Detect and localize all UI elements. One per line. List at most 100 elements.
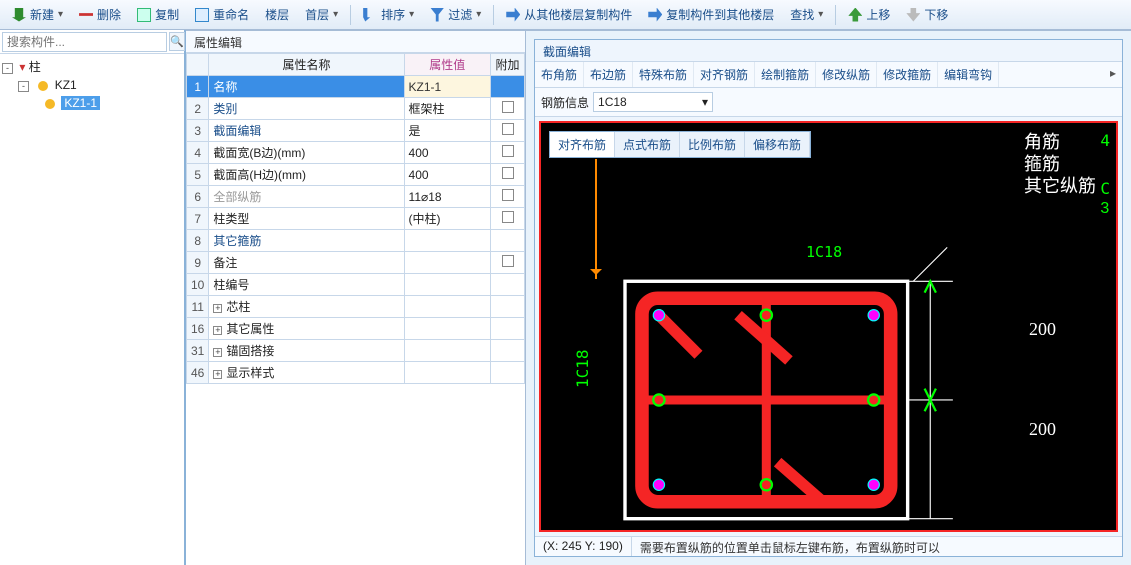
- property-row[interactable]: 3截面编辑是: [187, 120, 525, 142]
- property-row[interactable]: 7柱类型(中柱): [187, 208, 525, 230]
- property-row[interactable]: 2类别框架柱: [187, 98, 525, 120]
- chevron-down-icon: ▾: [702, 95, 708, 109]
- cross-section-tabs: 布角筋布边筋特殊布筋对齐钢筋绘制箍筋修改纵筋修改箍筋编辑弯钩 ▸: [535, 62, 1122, 88]
- legend-stirrup: 箍筋: [1024, 153, 1096, 175]
- property-panel: 属性编辑 属性名称 属性值 附加 1名称KZ1-12类别框架柱3截面编辑是4截面…: [186, 31, 526, 565]
- search-row: 🔍: [0, 30, 184, 54]
- legend-other: 其它纵筋: [1024, 175, 1096, 197]
- status-hint: 需要布置纵筋的位置单击鼠标左键布筋，布置纵筋时可以: [632, 537, 1122, 556]
- property-row[interactable]: 10柱编号: [187, 274, 525, 296]
- filter-button[interactable]: 过滤: [424, 4, 487, 26]
- sort-icon: [363, 8, 377, 22]
- floor-label: 楼层: [259, 4, 295, 26]
- export-icon: [648, 8, 662, 22]
- cross-section-tab[interactable]: 布边筋: [584, 62, 633, 87]
- arrow-down-icon: [906, 8, 920, 22]
- find-button[interactable]: 查找: [784, 4, 829, 26]
- col-value: 属性值: [404, 54, 490, 76]
- import-button[interactable]: 从其他楼层复制构件: [500, 4, 638, 26]
- rebar-layout-subtabs: 对齐布筋点式布筋比例布筋偏移布筋: [549, 131, 811, 158]
- tree-root[interactable]: - ▾ 柱: [2, 58, 182, 76]
- movedown-label: 下移: [924, 6, 948, 23]
- cross-section-tab[interactable]: 修改箍筋: [877, 62, 938, 87]
- cross-section-canvas[interactable]: 对齐布筋点式布筋比例布筋偏移布筋 角筋 箍筋 其它纵筋 4 C3 1C18 1C…: [539, 121, 1118, 532]
- sort-label: 排序: [381, 6, 405, 23]
- property-table: 属性名称 属性值 附加 1名称KZ1-12类别框架柱3截面编辑是4截面宽(B边)…: [186, 53, 525, 384]
- search-input[interactable]: [2, 32, 167, 52]
- legend-corner: 角筋: [1024, 131, 1096, 153]
- cross-section-tab[interactable]: 对齐钢筋: [694, 62, 755, 87]
- floor-select[interactable]: 首层: [299, 4, 344, 26]
- property-header-row: 属性名称 属性值 附加: [187, 54, 525, 76]
- export-button[interactable]: 复制构件到其他楼层: [642, 4, 780, 26]
- main-toolbar: 新建 删除 复制 重命名 楼层 首层 排序 过滤 从其他楼层复制构件 复制构件到…: [0, 0, 1131, 30]
- sort-button[interactable]: 排序: [357, 4, 420, 26]
- movedown-button[interactable]: 下移: [900, 4, 954, 26]
- gear-icon: [45, 99, 55, 109]
- rebar-info-value: 1C18: [598, 95, 702, 109]
- new-button[interactable]: 新建: [6, 4, 69, 26]
- component-tree-panel: 🔍 - ▾ 柱 - KZ1 KZ1-1: [0, 30, 186, 565]
- moveup-button[interactable]: 上移: [842, 4, 896, 26]
- cross-section-tab[interactable]: 布角筋: [535, 62, 584, 87]
- cross-section-box: 截面编辑 布角筋布边筋特殊布筋对齐钢筋绘制箍筋修改纵筋修改箍筋编辑弯钩 ▸ 钢筋信…: [534, 39, 1123, 557]
- component-tree: - ▾ 柱 - KZ1 KZ1-1: [0, 54, 184, 565]
- property-row[interactable]: 6全部纵筋11⌀18: [187, 186, 525, 208]
- rebar-info-label: 钢筋信息: [541, 94, 589, 111]
- property-row[interactable]: 4截面宽(B边)(mm)400: [187, 142, 525, 164]
- delete-label: 删除: [97, 6, 121, 23]
- cross-section-tab[interactable]: 绘制箍筋: [755, 62, 816, 87]
- tabs-scroll-right[interactable]: ▸: [1104, 62, 1122, 87]
- delete-button[interactable]: 删除: [73, 4, 127, 26]
- filter-label: 过滤: [448, 6, 472, 23]
- layout-subtab[interactable]: 比例布筋: [680, 132, 745, 157]
- property-row[interactable]: 1名称KZ1-1: [187, 76, 525, 98]
- rename-icon: [195, 8, 209, 22]
- col-extra: 附加: [491, 54, 525, 76]
- tree-child[interactable]: - KZ1: [2, 76, 182, 94]
- filter-icon: [430, 8, 444, 22]
- tree-leaf[interactable]: KZ1-1: [2, 94, 182, 112]
- tree-child-label: KZ1: [55, 78, 77, 92]
- separator: [493, 5, 494, 25]
- property-panel-title: 属性编辑: [186, 31, 525, 53]
- property-row[interactable]: 11+芯柱: [187, 296, 525, 318]
- status-coords: (X: 245 Y: 190): [535, 537, 632, 556]
- collapse-icon[interactable]: -: [18, 81, 29, 92]
- layout-subtab[interactable]: 偏移布筋: [745, 132, 810, 157]
- cross-section-area: 截面编辑 布角筋布边筋特殊布筋对齐钢筋绘制箍筋修改纵筋修改箍筋编辑弯钩 ▸ 钢筋信…: [526, 31, 1131, 565]
- col-name: 属性名称: [209, 54, 404, 76]
- copy-icon: [137, 8, 151, 22]
- rebar-legend: 角筋 箍筋 其它纵筋: [1024, 131, 1096, 197]
- rebar-info-bar: 钢筋信息 1C18 ▾: [535, 88, 1122, 117]
- collapse-icon[interactable]: -: [2, 63, 13, 74]
- delete-icon: [79, 8, 93, 22]
- cross-section-tab[interactable]: 修改纵筋: [816, 62, 877, 87]
- property-row[interactable]: 9备注: [187, 252, 525, 274]
- property-row[interactable]: 5截面高(H边)(mm)400: [187, 164, 525, 186]
- export-label: 复制构件到其他楼层: [666, 6, 774, 23]
- layout-subtab[interactable]: 点式布筋: [615, 132, 680, 157]
- property-row[interactable]: 16+其它属性: [187, 318, 525, 340]
- cross-section-title: 截面编辑: [535, 40, 1122, 62]
- tree-root-label: 柱: [29, 60, 41, 74]
- new-label: 新建: [30, 6, 54, 23]
- copy-label: 复制: [155, 6, 179, 23]
- import-icon: [506, 8, 520, 22]
- cross-section-tab[interactable]: 特殊布筋: [633, 62, 694, 87]
- cross-section-tab[interactable]: 编辑弯钩: [938, 62, 999, 87]
- cross-section-statusbar: (X: 245 Y: 190) 需要布置纵筋的位置单击鼠标左键布筋，布置纵筋时可…: [535, 536, 1122, 556]
- property-row[interactable]: 8其它箍筋: [187, 230, 525, 252]
- layout-subtab[interactable]: 对齐布筋: [550, 132, 615, 157]
- find-label: 查找: [790, 6, 814, 23]
- search-go-button[interactable]: 🔍: [169, 32, 185, 51]
- property-row[interactable]: 46+显示样式: [187, 362, 525, 384]
- main-area: 🔍 - ▾ 柱 - KZ1 KZ1-1 属性编辑: [0, 30, 1131, 565]
- property-row[interactable]: 31+锚固搭接: [187, 340, 525, 362]
- separator: [350, 5, 351, 25]
- center-area: 属性编辑 属性名称 属性值 附加 1名称KZ1-12类别框架柱3截面编辑是4截面…: [186, 30, 1131, 565]
- rebar-info-combo[interactable]: 1C18 ▾: [593, 92, 713, 112]
- copy-button[interactable]: 复制: [131, 4, 185, 26]
- tree-leaf-label: KZ1-1: [61, 96, 100, 110]
- rename-button[interactable]: 重命名: [189, 4, 255, 26]
